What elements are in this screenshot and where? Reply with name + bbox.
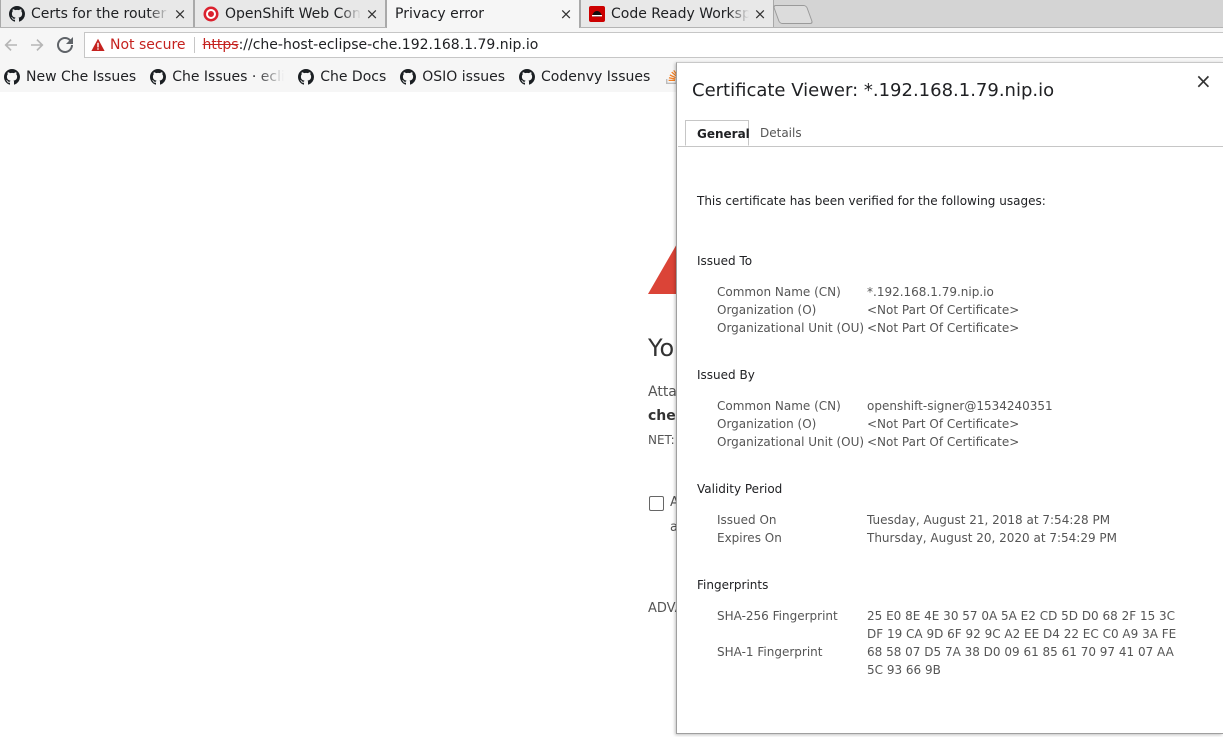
sha256-value-line1: 25 E0 8E 4E 30 57 0A 5A E2 CD 5D D0 68 2… — [867, 609, 1176, 623]
omnibox-divider — [193, 37, 195, 53]
sha1-value-line2: 5C 93 66 9B — [867, 663, 941, 677]
bookmark-new-che-issues[interactable]: New Che Issues — [4, 69, 136, 85]
github-icon — [519, 69, 536, 85]
expires-on-value: Thursday, August 20, 2020 at 7:54:29 PM — [867, 531, 1118, 545]
general-panel: This certificate has been verified for t… — [678, 146, 1223, 732]
tab-strip: Certs for the router te × OpenShift Web … — [0, 0, 1223, 28]
issued-by-cn-value: openshift-signer@1534240351 — [867, 399, 1053, 413]
tab-privacy-error[interactable]: Privacy error × — [386, 0, 580, 28]
tab-code-ready[interactable]: Code Ready Workspaces × — [580, 0, 774, 27]
toolbar: Not secure https://che-host-eclipse-che.… — [0, 28, 1223, 62]
forward-arrow-icon — [31, 39, 44, 51]
issued-by-o-label: Organization (O) — [717, 417, 817, 431]
not-secure-label[interactable]: Not secure — [110, 37, 186, 53]
tab-details[interactable]: Details — [749, 120, 813, 146]
bookmark-label: Codenvy Issues — [541, 69, 651, 85]
bookmark-osio-issues[interactable]: OSIO issues — [400, 69, 505, 85]
url-host: ://che-host-eclipse-che.192.168.1.79.nip… — [238, 37, 539, 53]
tab-openshift[interactable]: OpenShift Web Console × — [194, 0, 386, 27]
tab-title: OpenShift Web Console — [225, 5, 361, 22]
sha1-value-line1: 68 58 07 D5 7A 38 D0 09 61 85 61 70 97 4… — [867, 645, 1174, 659]
github-icon — [400, 69, 417, 85]
tab-general[interactable]: General — [685, 120, 750, 146]
issued-to-o-label: Organization (O) — [717, 303, 817, 317]
redhat-icon — [589, 5, 605, 22]
page-heading: Yo — [648, 334, 675, 362]
issued-by-o-value: <Not Part Of Certificate> — [867, 417, 1020, 431]
issued-by-heading: Issued By — [697, 368, 755, 382]
issued-by-ou-label: Organizational Unit (OU) — [717, 435, 865, 449]
issued-to-cn-label: Common Name (CN) — [717, 285, 841, 299]
certificate-viewer-dialog: Certificate Viewer: *.192.168.1.79.nip.i… — [676, 62, 1223, 734]
tab-title: Privacy error — [395, 6, 485, 22]
url-scheme: https — [202, 37, 239, 53]
tab-certs-router[interactable]: Certs for the router te × — [0, 0, 194, 27]
verified-usages-text: This certificate has been verified for t… — [697, 194, 1046, 208]
close-icon[interactable]: × — [559, 7, 573, 22]
close-icon[interactable]: × — [1195, 69, 1212, 93]
issued-by-cn-label: Common Name (CN) — [717, 399, 841, 413]
issued-by-ou-value: <Not Part Of Certificate> — [867, 435, 1020, 449]
new-tab-button[interactable] — [772, 5, 814, 24]
github-icon — [298, 69, 315, 85]
bookmark-codenvy-issues[interactable]: Codenvy Issues — [519, 69, 650, 85]
error-code: NET:: — [648, 433, 679, 447]
tab-title: Certs for the router te — [31, 5, 169, 22]
tab-title: Code Ready Workspaces — [611, 5, 749, 22]
close-icon[interactable]: × — [365, 6, 379, 21]
dialog-title: Certificate Viewer: *.192.168.1.79.nip.i… — [692, 80, 1055, 101]
sha256-value-line2: DF 19 CA 9D 6F 92 9C A2 EE D4 22 EC C0 A… — [867, 627, 1177, 641]
browser-window: Certs for the router te × OpenShift Web … — [0, 0, 1223, 737]
bookmark-label: New Che Issues — [26, 69, 137, 85]
danger-triangle-icon — [648, 242, 678, 294]
bookmark-che-issues-eclipse[interactable]: Che Issues · eclipse — [150, 69, 284, 85]
github-icon — [150, 69, 167, 85]
sha1-label: SHA-1 Fingerprint — [717, 645, 823, 659]
bookmark-label: Che Issues · eclipse — [172, 69, 285, 85]
expires-on-label: Expires On — [717, 531, 782, 545]
forward-button[interactable] — [26, 34, 48, 56]
openshift-icon — [203, 6, 219, 22]
reload-icon — [57, 37, 73, 53]
bookmark-che-docs[interactable]: Che Docs — [298, 69, 386, 85]
issued-on-value: Tuesday, August 21, 2018 at 7:54:28 PM — [867, 513, 1111, 527]
warning-icon — [91, 38, 105, 52]
bookmark-label: OSIO issues — [422, 69, 506, 85]
sha256-label: SHA-256 Fingerprint — [717, 609, 838, 623]
reload-button[interactable] — [54, 34, 76, 56]
page-description: Atta — [648, 384, 677, 400]
report-checkbox[interactable] — [649, 496, 664, 511]
issued-to-heading: Issued To — [697, 254, 753, 268]
back-button[interactable] — [0, 34, 22, 56]
fingerprints-heading: Fingerprints — [697, 578, 769, 592]
close-icon[interactable]: × — [753, 6, 767, 21]
issued-to-ou-label: Organizational Unit (OU) — [717, 321, 865, 335]
issued-to-ou-value: <Not Part Of Certificate> — [867, 321, 1020, 335]
bookmark-label: Che Docs — [320, 69, 387, 85]
address-bar[interactable]: Not secure https://che-host-eclipse-che.… — [84, 32, 1223, 58]
issued-to-o-value: <Not Part Of Certificate> — [867, 303, 1020, 317]
github-icon — [4, 69, 20, 85]
validity-heading: Validity Period — [697, 482, 783, 496]
issued-to-cn-value: *.192.168.1.79.nip.io — [867, 285, 994, 299]
back-arrow-icon — [4, 39, 17, 51]
github-icon — [9, 5, 25, 22]
issued-on-label: Issued On — [717, 513, 777, 527]
close-icon[interactable]: × — [173, 6, 187, 21]
